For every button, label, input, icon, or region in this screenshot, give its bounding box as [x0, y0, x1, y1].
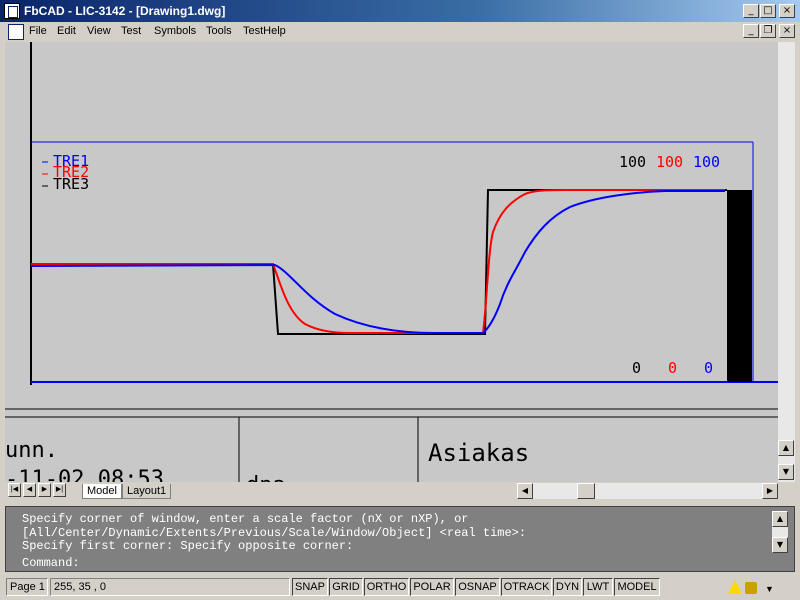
scroll-left-button[interactable]: ◀ — [517, 483, 533, 499]
legend-tre3: TRE3 — [53, 175, 89, 193]
tab-last-button[interactable]: ▶| — [53, 483, 66, 497]
series-tre2-line — [31, 189, 725, 334]
series-tre3-line — [31, 189, 727, 335]
lwt-toggle[interactable]: LWT — [583, 578, 613, 596]
bottom-value-blue: 0 — [704, 359, 713, 377]
command-history-line: [All/Center/Dynamic/Extents/Previous/Sca… — [22, 526, 527, 540]
scroll-up-button[interactable]: ▲ — [778, 440, 794, 456]
tab-prev-button[interactable]: ◀ — [23, 483, 36, 497]
tray-arrow-icon[interactable]: ▼ — [765, 584, 774, 594]
window-title: FbCAD - LIC-3142 - [Drawing1.dwg] — [24, 4, 226, 18]
title-block-date: -11-02 08:53 — [5, 467, 164, 482]
menu-tools[interactable]: Tools — [206, 25, 232, 37]
scroll-thumb[interactable] — [577, 483, 595, 499]
menu-view[interactable]: View — [87, 25, 111, 37]
menu-bar — [0, 22, 800, 42]
close-button[interactable]: × — [779, 4, 795, 18]
page-indicator: Page 1 — [6, 578, 48, 596]
lock-icon[interactable] — [745, 582, 757, 594]
polar-toggle[interactable]: POLAR — [410, 578, 454, 596]
tab-layout1[interactable]: Layout1 — [122, 484, 172, 499]
title-block-dpa: dpa — [246, 473, 286, 482]
dyn-toggle[interactable]: DYN — [553, 578, 582, 596]
minimize-button[interactable]: _ — [743, 4, 759, 18]
coordinate-readout: 255, 35 , 0 — [50, 578, 290, 596]
drawing-canvas[interactable]: TRE1 TRE2 TRE3 100 100 100 0 0 0 unn. -1… — [5, 42, 778, 482]
vertical-scrollbar[interactable] — [778, 42, 795, 482]
document-icon[interactable] — [8, 24, 24, 40]
horizontal-scrollbar[interactable] — [517, 483, 777, 499]
tab-first-button[interactable]: |◀ — [8, 483, 21, 497]
otrack-toggle[interactable]: OTRACK — [501, 578, 552, 596]
grid-toggle[interactable]: GRID — [329, 578, 363, 596]
ortho-toggle[interactable]: ORTHO — [364, 578, 409, 596]
top-value-blue: 100 — [693, 153, 720, 171]
command-prompt[interactable]: Command: — [22, 556, 80, 570]
tab-model[interactable]: Model — [82, 484, 122, 499]
osnap-toggle[interactable]: OSNAP — [455, 578, 500, 596]
menu-test[interactable]: Test — [121, 25, 141, 37]
series-tre1-line — [30, 190, 725, 334]
tab-next-button[interactable]: ▶ — [38, 483, 51, 497]
top-value-black: 100 — [619, 153, 646, 171]
top-value-red: 100 — [656, 153, 683, 171]
menu-symbols[interactable]: Symbols — [154, 25, 196, 37]
menu-testhelp[interactable]: TestHelp — [243, 25, 286, 37]
bottom-value-black: 0 — [632, 359, 641, 377]
scroll-down-button[interactable]: ▼ — [778, 464, 794, 480]
maximize-button[interactable]: □ — [760, 4, 776, 18]
title-block-unn: unn. — [5, 438, 58, 463]
command-scroll-down[interactable]: ▼ — [772, 537, 788, 553]
title-block-asiakas: Asiakas — [428, 439, 529, 467]
command-history-line: Specify corner of window, enter a scale … — [22, 512, 469, 526]
menu-file[interactable]: File — [29, 25, 47, 37]
doc-close-button[interactable]: × — [779, 24, 795, 38]
menu-edit[interactable]: Edit — [57, 25, 76, 37]
doc-minimize-button[interactable]: _ — [743, 24, 759, 38]
model-toggle[interactable]: MODEL — [614, 578, 660, 596]
app-icon[interactable] — [4, 3, 20, 19]
snap-toggle[interactable]: SNAP — [292, 578, 328, 596]
bottom-value-red: 0 — [668, 359, 677, 377]
command-history-line: Specify first corner: Specify opposite c… — [22, 539, 354, 553]
command-scroll-up[interactable]: ▲ — [772, 511, 788, 527]
doc-restore-button[interactable]: ❐ — [760, 24, 776, 38]
scroll-right-button[interactable]: ▶ — [762, 483, 778, 499]
right-black-bar — [727, 190, 752, 382]
